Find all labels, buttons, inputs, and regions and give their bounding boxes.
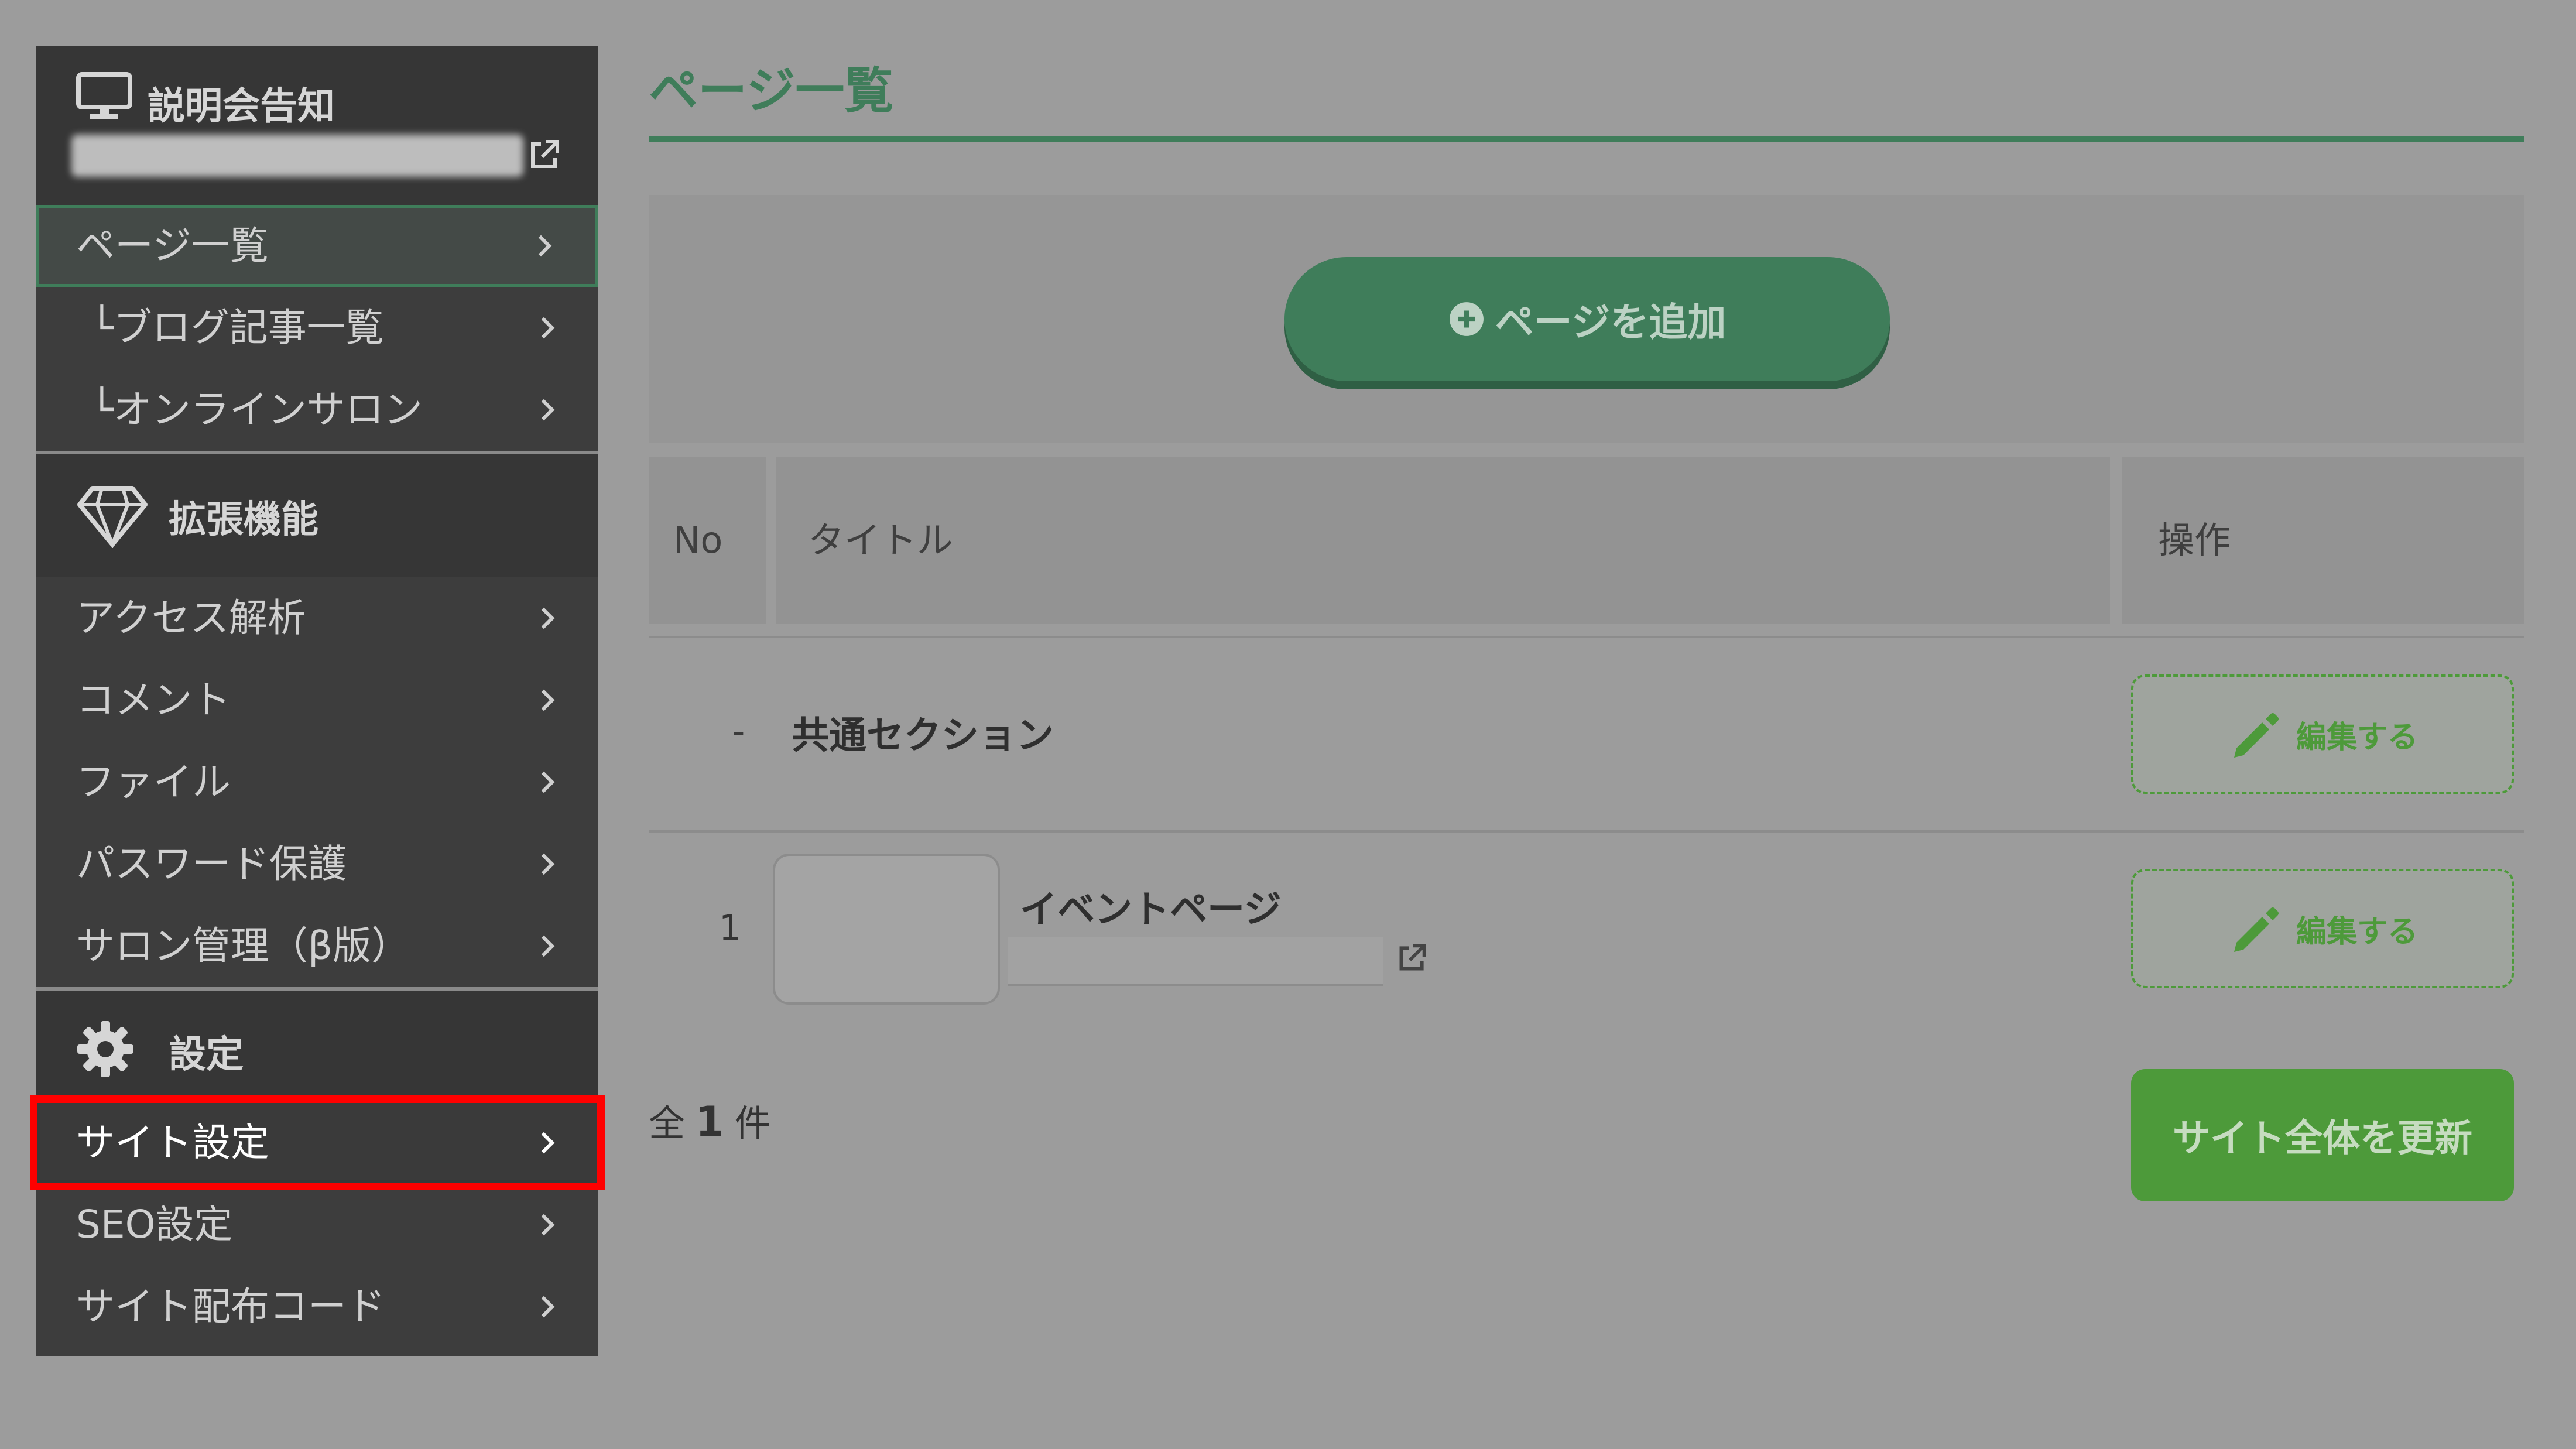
table-divider	[649, 636, 2524, 638]
sidebar-item-label: SEO設定	[76, 1202, 233, 1247]
chevron-right-icon	[533, 771, 555, 793]
chevron-right-icon	[533, 689, 555, 711]
sidebar-item-label: サイト設定	[76, 1120, 269, 1165]
sidebar-item-label: └ブログ記事一覧	[90, 305, 384, 350]
edit-page-button[interactable]: 編集する	[2131, 869, 2514, 988]
gear-icon	[77, 1021, 133, 1077]
row-number: -	[732, 710, 745, 752]
site-url-blurred[interactable]	[71, 135, 523, 177]
column-header-no: No	[649, 457, 766, 624]
page-thumbnail[interactable]	[773, 854, 1000, 1005]
extensions-header: 拡張機能	[36, 454, 598, 577]
sidebar-item-site-distribution-code[interactable]: サイト配布コード	[36, 1266, 598, 1348]
sidebar-item-seo-settings[interactable]: SEO設定	[36, 1184, 598, 1266]
chevron-right-icon	[533, 1132, 555, 1154]
site-title: 説明会告知	[148, 85, 335, 128]
diamond-icon	[77, 486, 148, 548]
sidebar-item-access-analytics[interactable]: アクセス解析	[36, 577, 598, 659]
total-prefix: 全	[649, 1102, 686, 1145]
monitor-icon	[76, 72, 132, 119]
column-header-title: タイトル	[776, 457, 2110, 624]
sidebar-item-online-salon[interactable]: └オンラインサロン	[36, 369, 598, 451]
settings-header: 設定	[36, 991, 598, 1102]
sidebar-item-label: └オンラインサロン	[90, 387, 423, 432]
sidebar-item-salon-management[interactable]: サロン管理（β版）	[36, 905, 598, 987]
sidebar-item-files[interactable]: ファイル	[36, 741, 598, 823]
update-site-button[interactable]: サイト全体を更新	[2131, 1069, 2514, 1201]
sidebar-item-site-settings[interactable]: サイト設定	[30, 1095, 605, 1190]
column-header-actions: 操作	[2122, 457, 2524, 624]
sidebar-item-label: アクセス解析	[76, 595, 306, 640]
sidebar-item-label: ファイル	[76, 759, 231, 804]
chevron-right-icon	[533, 399, 555, 421]
chevron-right-icon	[533, 1296, 555, 1318]
page-url-blurred[interactable]	[1008, 937, 1383, 986]
edit-label: 編集する	[2296, 914, 2418, 950]
sidebar-item-label: コメント	[76, 677, 231, 722]
row-title[interactable]: イベントページ	[1020, 879, 1282, 933]
site-header: 説明会告知	[36, 46, 598, 205]
sidebar-item-page-list[interactable]: ページ一覧	[36, 205, 598, 287]
sidebar: 説明会告知 ページ一覧 └ブログ記事一覧 └オンラインサロン 拡張機能 アクセス…	[30, 46, 605, 1356]
pencil-icon	[2234, 907, 2279, 952]
title-underline	[649, 136, 2524, 142]
row-number: 1	[719, 907, 742, 948]
external-link-icon[interactable]	[1396, 941, 1429, 974]
total-count: 全1件	[649, 1094, 771, 1146]
sidebar-item-label: サロン管理（β版）	[76, 923, 410, 968]
update-site-label: サイト全体を更新	[2173, 1117, 2472, 1160]
chevron-right-icon	[533, 1214, 555, 1236]
chevron-right-icon	[533, 935, 555, 957]
chevron-right-icon	[530, 235, 552, 257]
chevron-right-icon	[533, 607, 555, 629]
edit-label: 編集する	[2296, 720, 2418, 755]
page-title: ページ一覧	[649, 62, 894, 119]
row-title: 共通セクション	[792, 714, 1054, 758]
total-number: 1	[696, 1098, 724, 1146]
add-page-panel: ページを追加	[649, 195, 2524, 443]
edit-common-section-button[interactable]: 編集する	[2131, 674, 2514, 794]
add-page-button[interactable]: ページを追加	[1284, 257, 1890, 381]
pencil-icon	[2234, 713, 2279, 758]
table-divider	[649, 830, 2524, 833]
external-link-icon[interactable]	[527, 137, 562, 172]
sidebar-item-label: ページ一覧	[76, 223, 269, 268]
add-page-label: ページを追加	[1495, 300, 1727, 345]
sidebar-item-comments[interactable]: コメント	[36, 659, 598, 741]
plus-circle-icon	[1449, 302, 1484, 336]
sidebar-item-password-protection[interactable]: パスワード保護	[36, 823, 598, 905]
extensions-title: 拡張機能	[169, 498, 318, 542]
chevron-right-icon	[533, 853, 555, 875]
total-suffix: 件	[734, 1102, 771, 1145]
sidebar-item-label: サイト配布コード	[76, 1284, 385, 1329]
sidebar-item-blog-list[interactable]: └ブログ記事一覧	[36, 287, 598, 369]
sidebar-item-label: パスワード保護	[76, 841, 347, 886]
settings-title: 設定	[169, 1033, 244, 1077]
chevron-right-icon	[533, 317, 555, 339]
